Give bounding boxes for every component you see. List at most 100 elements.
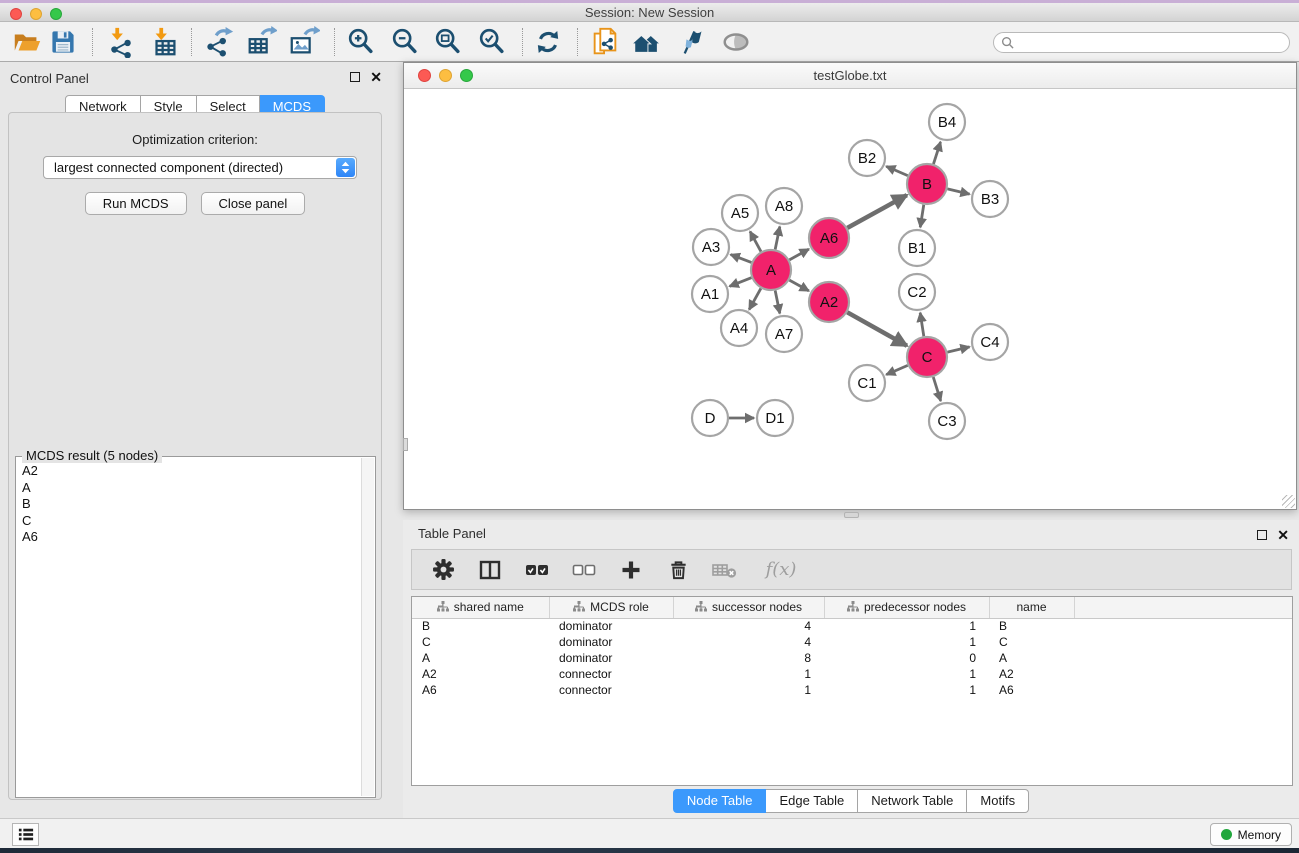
cell-mcds-role[interactable]: dominator xyxy=(549,650,673,666)
cell-successor-nodes[interactable]: 1 xyxy=(673,682,824,698)
cell-predecessor-nodes[interactable]: 1 xyxy=(824,682,989,698)
home-view-button[interactable] xyxy=(630,25,664,59)
network-edge-A-A8[interactable] xyxy=(775,227,780,250)
resize-grip-icon[interactable] xyxy=(1282,495,1295,508)
network-edge-A-A4[interactable] xyxy=(749,288,761,309)
network-edge-B-B2[interactable] xyxy=(886,166,907,175)
tab-motifs[interactable]: Motifs xyxy=(967,789,1029,813)
import-network-button[interactable] xyxy=(104,25,138,59)
export-image-button[interactable] xyxy=(287,25,321,59)
zoom-in-button[interactable] xyxy=(344,25,378,59)
close-table-panel-icon[interactable]: ✕ xyxy=(1277,530,1289,540)
clone-network-button[interactable] xyxy=(588,25,622,59)
optimization-criterion-select[interactable]: largest connected component (directed) xyxy=(43,156,357,179)
tab-network-table[interactable]: Network Table xyxy=(858,789,967,813)
task-history-button[interactable] xyxy=(12,823,39,846)
horizontal-splitter-handle[interactable] xyxy=(844,512,859,518)
cell-mcds-role[interactable]: dominator xyxy=(549,618,673,634)
column-header-predecessor-nodes[interactable]: predecessor nodes xyxy=(824,597,989,618)
network-edge-A-A6[interactable] xyxy=(789,249,808,260)
float-table-panel-icon[interactable] xyxy=(1257,530,1267,540)
cell-successor-nodes[interactable]: 8 xyxy=(673,650,824,666)
open-session-button[interactable] xyxy=(10,25,44,59)
mcds-result-item[interactable]: A xyxy=(18,480,359,497)
column-header-mcds-role[interactable]: MCDS role xyxy=(549,597,673,618)
cell-shared-name[interactable]: A6 xyxy=(412,682,549,698)
cell-predecessor-nodes[interactable]: 1 xyxy=(824,666,989,682)
close-panel-button[interactable]: Close panel xyxy=(201,192,306,215)
column-header-successor-nodes[interactable]: successor nodes xyxy=(673,597,824,618)
mcds-result-item[interactable]: A6 xyxy=(18,529,359,546)
close-panel-icon[interactable]: ✕ xyxy=(370,72,382,82)
network-edge-C-C3[interactable] xyxy=(933,377,940,401)
add-column-button[interactable] xyxy=(618,557,644,583)
table-row[interactable]: A6connector11A6 xyxy=(412,682,1293,698)
memory-button[interactable]: Memory xyxy=(1210,823,1292,846)
zoom-fit-button[interactable] xyxy=(431,25,465,59)
network-edge-A-A2[interactable] xyxy=(789,280,808,291)
search-box[interactable] xyxy=(993,32,1290,53)
column-header-name[interactable]: name xyxy=(989,597,1074,618)
tab-node-table[interactable]: Node Table xyxy=(673,789,767,813)
table-settings-button[interactable] xyxy=(430,557,456,583)
cell-shared-name[interactable]: C xyxy=(412,634,549,650)
export-network-button[interactable] xyxy=(202,25,236,59)
function-builder-button[interactable]: f(x) xyxy=(759,557,803,583)
select-all-button[interactable] xyxy=(524,557,550,583)
cell-mcds-role[interactable]: connector xyxy=(549,682,673,698)
network-edge-C-C2[interactable] xyxy=(920,313,924,336)
table-row[interactable]: Cdominator41C xyxy=(412,634,1293,650)
cell-shared-name[interactable]: B xyxy=(412,618,549,634)
table-row[interactable]: Adominator80A xyxy=(412,650,1293,666)
network-edge-A-A1[interactable] xyxy=(730,278,752,287)
cell-name[interactable]: A xyxy=(989,650,1074,666)
cell-name[interactable]: A2 xyxy=(989,666,1074,682)
network-edge-B-B4[interactable] xyxy=(933,142,940,164)
import-table-button[interactable] xyxy=(148,25,182,59)
search-input[interactable] xyxy=(1018,36,1278,50)
save-session-button[interactable] xyxy=(46,25,80,59)
mcds-result-item[interactable]: A2 xyxy=(18,463,359,480)
cell-name[interactable]: C xyxy=(989,634,1074,650)
cell-name[interactable]: A6 xyxy=(989,682,1074,698)
network-edge-B-B3[interactable] xyxy=(947,189,969,194)
network-edge-A-A7[interactable] xyxy=(775,291,780,314)
deselect-all-button[interactable] xyxy=(571,557,597,583)
column-header-shared-name[interactable]: shared name xyxy=(412,597,549,618)
network-window-titlebar[interactable]: testGlobe.txt xyxy=(404,63,1296,89)
cell-mcds-role[interactable]: dominator xyxy=(549,634,673,650)
cell-predecessor-nodes[interactable]: 1 xyxy=(824,634,989,650)
cell-shared-name[interactable]: A xyxy=(412,650,549,666)
cell-successor-nodes[interactable]: 4 xyxy=(673,634,824,650)
mcds-result-item[interactable]: C xyxy=(18,513,359,530)
table-row[interactable]: Bdominator41B xyxy=(412,618,1293,634)
network-edge-A-A3[interactable] xyxy=(731,255,752,263)
zoom-selected-button[interactable] xyxy=(475,25,509,59)
cell-mcds-role[interactable]: connector xyxy=(549,666,673,682)
split-columns-button[interactable] xyxy=(477,557,503,583)
refresh-view-button[interactable] xyxy=(531,25,565,59)
mcds-result-item[interactable]: B xyxy=(18,496,359,513)
export-table-button[interactable] xyxy=(244,25,278,59)
cell-successor-nodes[interactable]: 1 xyxy=(673,666,824,682)
network-edge-A6-B[interactable] xyxy=(847,195,906,228)
network-edge-B-B1[interactable] xyxy=(920,205,924,228)
cell-predecessor-nodes[interactable]: 0 xyxy=(824,650,989,666)
delete-column-button[interactable] xyxy=(665,557,691,583)
cell-predecessor-nodes[interactable]: 1 xyxy=(824,618,989,634)
delete-table-button[interactable] xyxy=(712,557,738,583)
float-panel-icon[interactable] xyxy=(350,72,360,82)
table-row[interactable]: A2connector11A2 xyxy=(412,666,1293,682)
flag-button[interactable] xyxy=(673,25,707,59)
network-edge-C-C1[interactable] xyxy=(886,365,907,374)
cell-shared-name[interactable]: A2 xyxy=(412,666,549,682)
splitter-handle[interactable] xyxy=(403,438,408,451)
show-hide-button[interactable] xyxy=(719,25,753,59)
network-canvas[interactable]: AA1A2A3A4A5A6A7A8BB1B2B3B4CC1C2C3C4DD1 xyxy=(404,89,1296,509)
result-scrollbar[interactable] xyxy=(361,458,374,796)
network-edge-A-A5[interactable] xyxy=(750,231,761,251)
zoom-out-button[interactable] xyxy=(388,25,422,59)
cell-name[interactable]: B xyxy=(989,618,1074,634)
network-edge-A2-C[interactable] xyxy=(847,312,907,345)
network-edge-C-C4[interactable] xyxy=(947,347,969,352)
